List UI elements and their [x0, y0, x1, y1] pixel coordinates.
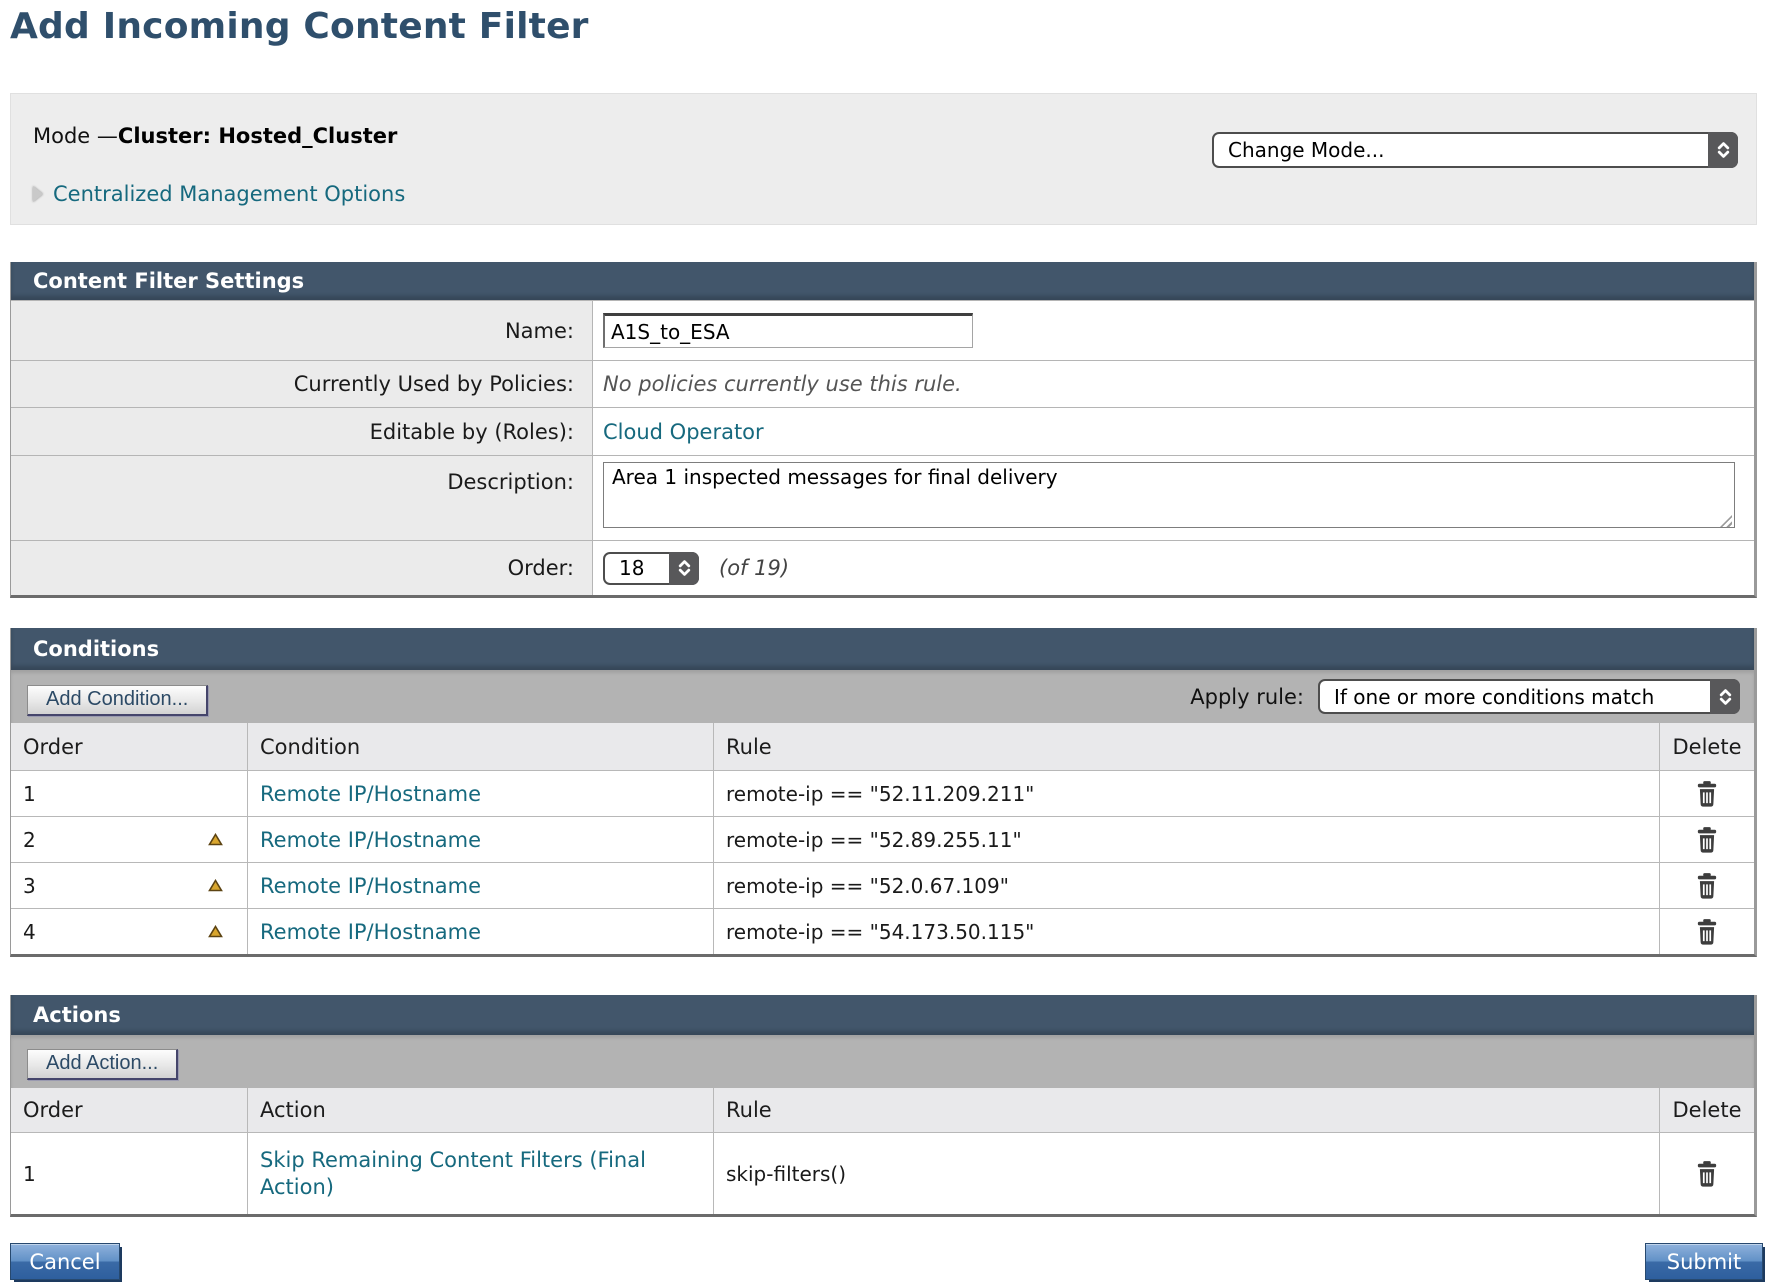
mode-panel: Mode —Cluster: Hosted_Cluster Change Mod…	[10, 93, 1757, 225]
submit-button[interactable]: Submit	[1645, 1243, 1763, 1280]
condition-order: 2	[23, 828, 36, 852]
trash-icon[interactable]	[1694, 872, 1720, 900]
column-header-condition: Condition	[247, 723, 713, 770]
trash-icon[interactable]	[1694, 918, 1720, 946]
order-select[interactable]: 18	[603, 552, 699, 585]
settings-row-editable: Editable by (Roles): Cloud Operator	[11, 407, 1754, 455]
condition-order: 3	[23, 874, 36, 898]
add-condition-button[interactable]: Add Condition...	[27, 685, 208, 716]
condition-link[interactable]: Remote IP/Hostname	[260, 828, 481, 852]
policies-label: Currently Used by Policies:	[11, 361, 593, 407]
column-header-rule: Rule	[713, 1088, 1659, 1132]
trash-icon[interactable]	[1694, 1160, 1720, 1188]
select-stepper-icon	[1708, 132, 1738, 168]
editable-label: Editable by (Roles):	[11, 408, 593, 455]
page-title: Add Incoming Content Filter	[10, 6, 589, 47]
condition-rule: remote-ip == "52.0.67.109"	[726, 874, 1009, 898]
policies-value: No policies currently use this rule.	[603, 372, 962, 396]
description-textarea[interactable]: Area 1 inspected messages for final deli…	[603, 462, 1735, 528]
mode-dash: —	[97, 124, 118, 148]
content-filter-settings-panel: Content Filter Settings Name: Currently …	[10, 262, 1757, 598]
cancel-button[interactable]: Cancel	[10, 1243, 120, 1280]
centralized-management-link[interactable]: Centralized Management Options	[53, 182, 405, 206]
apply-rule-row: Apply rule: If one or more conditions ma…	[1190, 679, 1740, 714]
action-link[interactable]: Skip Remaining Content Filters (Final Ac…	[260, 1147, 690, 1200]
settings-row-order: Order: 18 (of 19)	[11, 540, 1754, 595]
condition-order: 4	[23, 920, 36, 944]
conditions-toolbar: Add Condition... Apply rule: If one or m…	[11, 670, 1754, 723]
settings-panel-header: Content Filter Settings	[11, 262, 1754, 300]
trash-icon[interactable]	[1694, 826, 1720, 854]
description-label: Description:	[11, 456, 593, 540]
actions-column-headers: Order Action Rule Delete	[11, 1088, 1754, 1132]
action-rule: skip-filters()	[726, 1162, 846, 1186]
actions-panel: Actions Add Action... Order Action Rule …	[10, 995, 1757, 1217]
apply-rule-select[interactable]: If one or more conditions match	[1318, 679, 1740, 714]
actions-panel-header: Actions	[11, 995, 1754, 1035]
order-total-note: (of 19)	[719, 556, 789, 580]
conditions-column-headers: Order Condition Rule Delete	[11, 723, 1754, 770]
move-up-icon[interactable]	[208, 925, 223, 938]
condition-link[interactable]: Remote IP/Hostname	[260, 782, 481, 806]
move-up-icon[interactable]	[208, 833, 223, 846]
add-action-button[interactable]: Add Action...	[27, 1049, 178, 1080]
condition-row: 1 Remote IP/Hostname remote-ip == "52.11…	[11, 770, 1754, 816]
condition-link[interactable]: Remote IP/Hostname	[260, 920, 481, 944]
mode-line: Mode —Cluster: Hosted_Cluster	[33, 124, 397, 148]
settings-row-name: Name:	[11, 300, 1754, 360]
settings-row-policies: Currently Used by Policies: No policies …	[11, 360, 1754, 407]
column-header-delete: Delete	[1659, 723, 1754, 770]
name-label: Name:	[11, 301, 593, 360]
column-header-delete: Delete	[1659, 1088, 1754, 1132]
apply-rule-selected-value: If one or more conditions match	[1320, 685, 1654, 709]
condition-rule: remote-ip == "52.89.255.11"	[726, 828, 1022, 852]
action-order: 1	[23, 1162, 36, 1186]
settings-row-description: Description: Area 1 inspected messages f…	[11, 455, 1754, 540]
change-mode-select[interactable]: Change Mode...	[1212, 132, 1738, 168]
condition-rule: remote-ip == "52.11.209.211"	[726, 782, 1034, 806]
conditions-panel-header: Conditions	[11, 628, 1754, 670]
order-selected-value: 18	[605, 556, 644, 580]
conditions-panel: Conditions Add Condition... Apply rule: …	[10, 628, 1757, 957]
column-header-order: Order	[11, 1088, 247, 1132]
disclosure-triangle-icon[interactable]	[33, 186, 43, 202]
column-header-action: Action	[247, 1088, 713, 1132]
actions-toolbar: Add Action...	[11, 1035, 1754, 1088]
column-header-order: Order	[11, 723, 247, 770]
mode-label: Mode	[33, 124, 97, 148]
select-stepper-icon	[669, 552, 699, 585]
move-up-icon[interactable]	[208, 879, 223, 892]
order-label: Order:	[11, 541, 593, 595]
apply-rule-label: Apply rule:	[1190, 685, 1304, 709]
select-stepper-icon	[1710, 679, 1740, 714]
name-input[interactable]	[603, 313, 973, 348]
action-row: 1 Skip Remaining Content Filters (Final …	[11, 1132, 1754, 1214]
change-mode-selected-value: Change Mode...	[1214, 138, 1385, 162]
condition-row: 3 Remote IP/Hostname remote-ip == "52.0.…	[11, 862, 1754, 908]
mode-value: Cluster: Hosted_Cluster	[118, 124, 397, 148]
column-header-rule: Rule	[713, 723, 1659, 770]
condition-order: 1	[23, 782, 36, 806]
centralized-management-row: Centralized Management Options	[33, 182, 405, 206]
condition-link[interactable]: Remote IP/Hostname	[260, 874, 481, 898]
trash-icon[interactable]	[1694, 780, 1720, 808]
cloud-operator-link[interactable]: Cloud Operator	[603, 420, 764, 444]
condition-row: 2 Remote IP/Hostname remote-ip == "52.89…	[11, 816, 1754, 862]
condition-row: 4 Remote IP/Hostname remote-ip == "54.17…	[11, 908, 1754, 954]
condition-rule: remote-ip == "54.173.50.115"	[726, 920, 1034, 944]
